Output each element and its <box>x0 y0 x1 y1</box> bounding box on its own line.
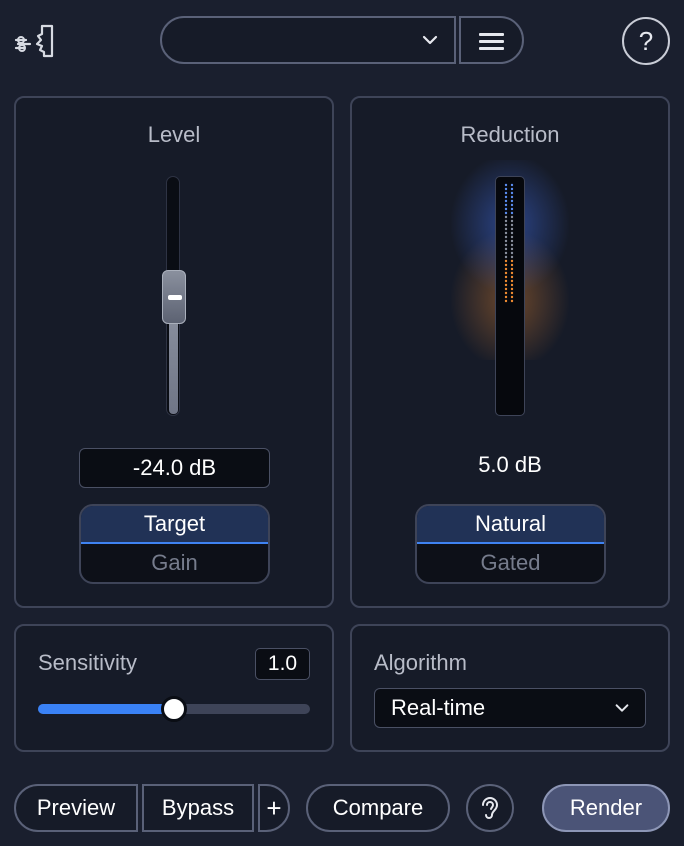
meter-led <box>504 271 508 275</box>
algorithm-label: Algorithm <box>374 650 467 675</box>
meter-led <box>504 259 508 263</box>
meter-led <box>504 223 508 227</box>
render-button[interactable]: Render <box>542 784 670 832</box>
ear-icon <box>482 797 499 819</box>
gated-option[interactable]: Gated <box>417 544 604 582</box>
meter-led <box>504 267 508 271</box>
meter-led <box>510 191 514 195</box>
meter-led <box>510 247 514 251</box>
target-option[interactable]: Target <box>81 506 268 544</box>
meter-led <box>510 235 514 239</box>
meter-led <box>510 267 514 271</box>
meter-led <box>504 231 508 235</box>
meter-led <box>510 299 514 303</box>
reduction-meter <box>495 176 525 416</box>
meter-led <box>510 271 514 275</box>
meter-led <box>504 287 508 291</box>
meter-led <box>504 251 508 255</box>
handle-grip <box>168 295 182 300</box>
meter-led <box>510 219 514 223</box>
reduction-mode-toggle: Natural Gated <box>415 504 606 584</box>
meter-led <box>504 235 508 239</box>
meter-led <box>504 275 508 279</box>
bypass-button[interactable]: Bypass <box>142 784 254 832</box>
chevron-down-icon <box>615 704 629 712</box>
meter-led <box>510 195 514 199</box>
chevron-down-icon <box>422 35 438 45</box>
meter-led <box>504 295 508 299</box>
meter-led <box>504 255 508 259</box>
preset-dropdown[interactable] <box>160 16 456 64</box>
meter-led <box>504 291 508 295</box>
sensitivity-label: Sensitivity <box>38 650 138 675</box>
meter-led <box>504 195 508 199</box>
help-icon: ? <box>638 25 654 56</box>
meter-led <box>510 231 514 235</box>
meter-led <box>510 203 514 207</box>
reduction-value: 5.0 dB <box>478 452 542 477</box>
meter-led <box>504 243 508 247</box>
meter-led <box>504 247 508 251</box>
meter-led <box>504 239 508 243</box>
meter-led <box>510 223 514 227</box>
gain-option[interactable]: Gain <box>81 544 268 582</box>
meter-led <box>504 207 508 211</box>
meter-led <box>510 279 514 283</box>
meter-led <box>504 199 508 203</box>
meter-led <box>504 183 508 187</box>
meter-led <box>510 207 514 211</box>
meter-led <box>510 239 514 243</box>
natural-option[interactable]: Natural <box>417 506 604 544</box>
meter-led <box>510 263 514 267</box>
meter-led <box>510 255 514 259</box>
help-button[interactable]: ? <box>622 17 670 65</box>
meter-led <box>504 219 508 223</box>
meter-led <box>504 263 508 267</box>
ear-button[interactable] <box>466 784 514 832</box>
meter-led <box>504 191 508 195</box>
meter-led <box>510 183 514 187</box>
meter-led <box>510 187 514 191</box>
algorithm-selected: Real-time <box>391 695 486 720</box>
meter-led <box>504 283 508 287</box>
meter-led <box>510 259 514 263</box>
level-slider-handle[interactable] <box>162 270 186 324</box>
meter-led <box>510 227 514 231</box>
preview-button[interactable]: Preview <box>14 784 138 832</box>
meter-led <box>504 215 508 219</box>
reduction-title: Reduction <box>460 122 560 147</box>
meter-led <box>510 275 514 279</box>
meter-leds <box>504 183 514 303</box>
compare-button[interactable]: Compare <box>306 784 450 832</box>
meter-led <box>510 287 514 291</box>
meter-led <box>504 211 508 215</box>
meter-led <box>504 227 508 231</box>
plus-button[interactable]: + <box>258 784 290 832</box>
meter-led <box>510 251 514 255</box>
sensitivity-panel <box>14 624 334 752</box>
meter-led <box>510 283 514 287</box>
sensitivity-slider-fill <box>38 704 174 714</box>
meter-led <box>504 203 508 207</box>
meter-led <box>510 295 514 299</box>
meter-led <box>510 199 514 203</box>
meter-led <box>504 279 508 283</box>
voice-profile-icon <box>12 18 58 64</box>
sensitivity-value-field[interactable]: 1.0 <box>255 648 310 680</box>
meter-led <box>510 215 514 219</box>
sensitivity-slider-knob[interactable] <box>161 696 187 722</box>
level-mode-toggle: Target Gain <box>79 504 270 584</box>
level-value-field[interactable]: -24.0 dB <box>79 448 270 488</box>
meter-led <box>504 187 508 191</box>
meter-led <box>510 211 514 215</box>
hamburger-menu-icon[interactable] <box>459 16 524 64</box>
meter-led <box>510 291 514 295</box>
level-title: Level <box>147 122 201 147</box>
meter-led <box>510 243 514 247</box>
algorithm-select[interactable]: Real-time <box>374 688 646 728</box>
meter-led <box>504 299 508 303</box>
